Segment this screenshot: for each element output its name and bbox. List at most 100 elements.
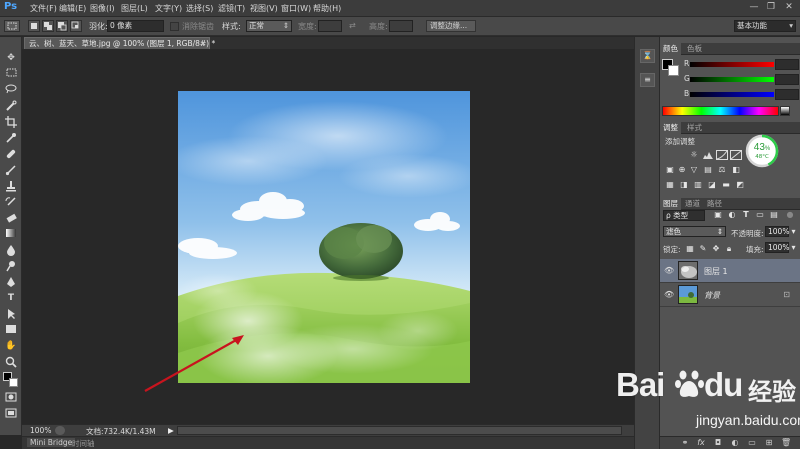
exposure-icon[interactable] bbox=[730, 150, 742, 160]
red-slider[interactable] bbox=[690, 62, 774, 67]
fill-input[interactable]: 100% bbox=[765, 242, 789, 253]
healing-brush-tool-icon[interactable] bbox=[4, 148, 18, 161]
layer-style-icon[interactable]: fx bbox=[696, 438, 706, 448]
properties-panel-icon[interactable]: ≡ bbox=[640, 73, 655, 87]
feather-input[interactable]: 0 像素 bbox=[107, 20, 164, 32]
color-balance-icon[interactable]: ⚖ bbox=[716, 165, 728, 175]
antialias-checkbox[interactable] bbox=[170, 22, 179, 31]
black-white-icon[interactable]: ◧ bbox=[730, 165, 742, 175]
color-lookup-icon[interactable]: ▦ bbox=[664, 180, 676, 190]
screen-mode-icon[interactable] bbox=[4, 408, 18, 421]
menu-type[interactable]: 文字(Y) bbox=[155, 3, 182, 14]
intersect-selection-icon[interactable] bbox=[70, 20, 82, 32]
style-select[interactable]: 正常 ⇕ bbox=[246, 20, 292, 32]
menu-window[interactable]: 窗口(W) bbox=[281, 3, 311, 14]
hue-saturation-icon[interactable]: ▤ bbox=[702, 165, 714, 175]
add-selection-icon[interactable] bbox=[42, 20, 54, 32]
new-layer-icon[interactable]: ⊞ bbox=[764, 438, 774, 448]
marquee-preset-icon[interactable] bbox=[4, 20, 20, 32]
zoom-level[interactable]: 100% bbox=[30, 426, 51, 435]
height-input[interactable] bbox=[389, 20, 413, 32]
levels-icon[interactable] bbox=[702, 150, 714, 160]
photo-filter-icon[interactable]: ▣ bbox=[664, 165, 676, 175]
tab-color[interactable]: 颜色 bbox=[660, 43, 681, 55]
marquee-tool-icon[interactable] bbox=[4, 68, 18, 81]
green-value-input[interactable] bbox=[775, 74, 799, 85]
blend-mode-select[interactable]: 滤色 ⇕ bbox=[663, 226, 726, 237]
threshold-icon[interactable]: ◪ bbox=[706, 180, 718, 190]
gradient-map-icon[interactable]: ▬ bbox=[720, 180, 732, 190]
rectangle-tool-icon[interactable] bbox=[4, 324, 18, 337]
hand-tool-icon[interactable]: ✋ bbox=[4, 340, 18, 353]
new-adjustment-icon[interactable]: ◐ bbox=[730, 438, 740, 448]
eye-icon[interactable]: 👁︎ bbox=[664, 290, 674, 300]
blue-slider[interactable] bbox=[690, 92, 774, 97]
minimize-button[interactable]: — bbox=[747, 1, 761, 14]
filter-pixel-icon[interactable]: ▣ bbox=[712, 210, 724, 220]
close-button[interactable]: ✕ bbox=[782, 1, 796, 14]
lock-position-icon[interactable]: ✥ bbox=[710, 244, 722, 254]
eye-icon[interactable]: 👁︎ bbox=[664, 266, 674, 276]
subtract-selection-icon[interactable] bbox=[56, 20, 68, 32]
layer-row[interactable]: 👁︎ 背景 ⊡ bbox=[660, 283, 800, 307]
tab-styles[interactable]: 样式 bbox=[684, 122, 705, 134]
eraser-tool-icon[interactable] bbox=[4, 212, 18, 225]
tab-adjustments[interactable]: 调整 bbox=[660, 122, 681, 134]
invert-icon[interactable]: ◨ bbox=[678, 180, 690, 190]
delete-layer-icon[interactable]: 🗑︎ bbox=[781, 438, 791, 448]
curves-icon[interactable] bbox=[716, 150, 728, 160]
lasso-tool-icon[interactable] bbox=[4, 84, 18, 97]
brush-tool-icon[interactable] bbox=[4, 164, 18, 177]
pen-tool-icon[interactable] bbox=[4, 276, 18, 289]
menu-layer[interactable]: 图层(L) bbox=[121, 3, 148, 14]
clone-stamp-tool-icon[interactable] bbox=[4, 180, 18, 193]
add-mask-icon[interactable]: ◘ bbox=[713, 438, 723, 448]
share-icon[interactable] bbox=[55, 426, 65, 435]
tab-swatches[interactable]: 色板 bbox=[684, 43, 705, 55]
gradient-tool-icon[interactable] bbox=[4, 228, 18, 241]
background-color-swatch[interactable] bbox=[668, 65, 679, 76]
zoom-tool-icon[interactable] bbox=[4, 356, 18, 369]
link-layers-icon[interactable]: ⚭ bbox=[680, 438, 690, 448]
path-selection-tool-icon[interactable] bbox=[4, 308, 18, 321]
workspace-select[interactable]: 基本功能 ▾ bbox=[734, 20, 796, 32]
move-tool-icon[interactable]: ✥ bbox=[4, 52, 18, 65]
menu-view[interactable]: 视图(V) bbox=[250, 3, 278, 14]
dodge-tool-icon[interactable] bbox=[4, 260, 18, 273]
horizontal-scrollbar[interactable] bbox=[177, 426, 622, 435]
grayscale-ramp[interactable] bbox=[780, 106, 790, 116]
filter-toggle-icon[interactable]: ● bbox=[784, 210, 796, 220]
layer-row[interactable]: 👁︎ 图层 1 bbox=[660, 259, 800, 283]
quick-selection-tool-icon[interactable] bbox=[4, 100, 18, 113]
filter-smart-icon[interactable]: ▤ bbox=[768, 210, 780, 220]
quick-mask-icon[interactable] bbox=[4, 392, 18, 405]
blue-value-input[interactable] bbox=[775, 89, 799, 100]
tab-layers[interactable]: 图层 bbox=[660, 198, 681, 210]
color-spectrum-ramp[interactable] bbox=[662, 106, 779, 116]
lock-transparency-icon[interactable]: ▦ bbox=[684, 244, 696, 254]
menu-file[interactable]: 文件(F) bbox=[30, 3, 57, 14]
channel-mixer-icon[interactable]: ⊕ bbox=[676, 165, 688, 175]
history-panel-icon[interactable]: ⌛ bbox=[640, 49, 655, 63]
crop-tool-icon[interactable] bbox=[4, 116, 18, 129]
restore-button[interactable]: ❐ bbox=[764, 1, 778, 14]
filter-adjustment-icon[interactable]: ◐ bbox=[726, 210, 738, 220]
width-input[interactable] bbox=[318, 20, 342, 32]
tab-timeline[interactable]: 时间轴 bbox=[72, 438, 95, 449]
refine-edge-button[interactable]: 调整边缘... bbox=[426, 20, 476, 32]
blur-tool-icon[interactable] bbox=[4, 244, 18, 257]
menu-edit[interactable]: 编辑(E) bbox=[59, 3, 86, 14]
lock-pixels-icon[interactable]: ✎ bbox=[697, 244, 709, 254]
filter-type-icon[interactable]: T bbox=[740, 210, 752, 220]
filter-shape-icon[interactable]: ▭ bbox=[754, 210, 766, 220]
lock-all-icon[interactable]: 🔒︎ bbox=[723, 244, 735, 254]
layer-filter-kind[interactable]: ρ 类型 bbox=[663, 210, 705, 221]
type-tool-icon[interactable]: T bbox=[4, 292, 18, 305]
green-slider[interactable] bbox=[690, 77, 774, 82]
brightness-icon[interactable]: ☼ bbox=[688, 150, 700, 160]
tab-paths[interactable]: 路径 bbox=[704, 198, 725, 210]
swap-icon[interactable]: ⇄ bbox=[349, 21, 356, 30]
selective-color-icon[interactable]: ◩ bbox=[734, 180, 746, 190]
menu-filter[interactable]: 滤镜(T) bbox=[218, 3, 245, 14]
vibrance-icon[interactable]: ▽ bbox=[688, 165, 700, 175]
